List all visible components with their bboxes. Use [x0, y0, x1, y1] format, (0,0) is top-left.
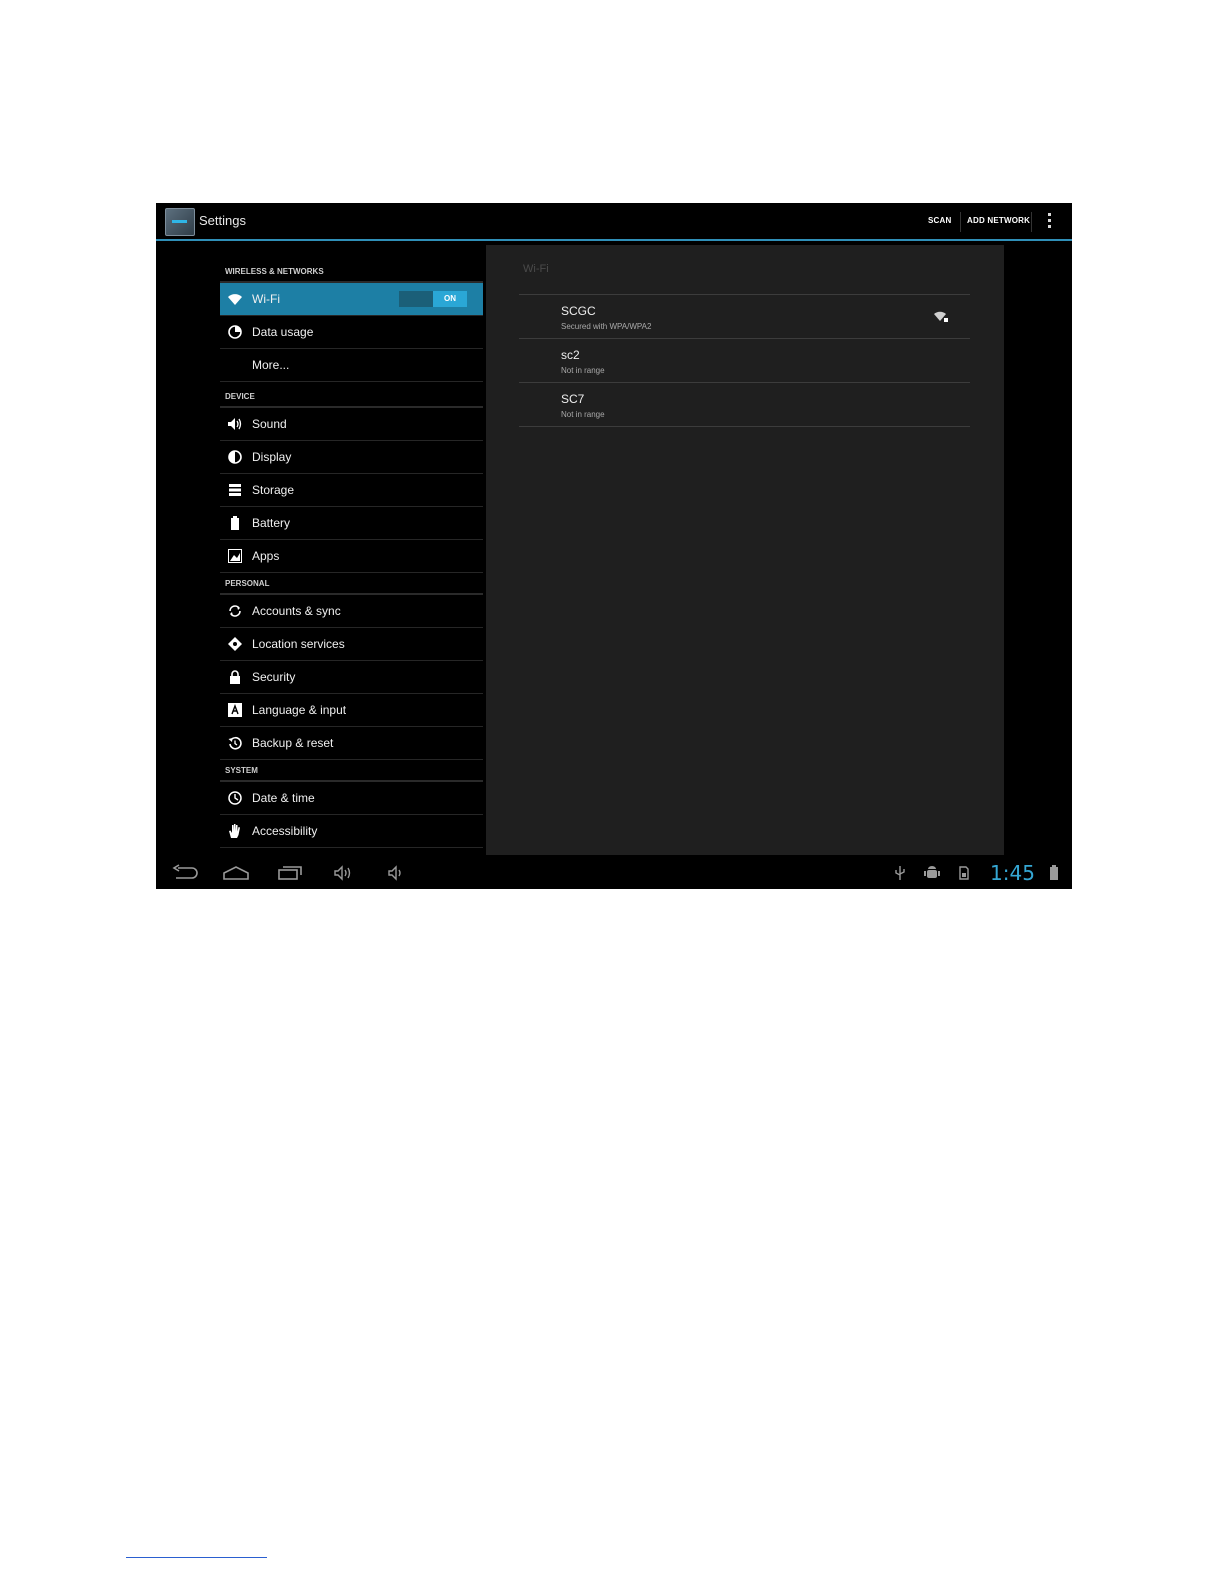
sidebar-item-accessibility[interactable]: Accessibility — [220, 815, 483, 848]
sidebar-item-datetime[interactable]: Date & time — [220, 782, 483, 815]
app-title: Settings — [199, 213, 246, 228]
section-header-label: SYSTEM — [225, 766, 258, 775]
action-divider — [1031, 212, 1032, 232]
wifi-signal-lock-icon — [933, 309, 949, 323]
lock-icon — [227, 670, 243, 684]
system-bar: 1:45 — [156, 855, 1072, 889]
sidebar-item-label: Apps — [252, 549, 280, 563]
sidebar-item-accounts[interactable]: Accounts & sync — [220, 595, 483, 628]
clock-icon — [227, 791, 243, 805]
status-clock[interactable]: 1:45 — [990, 861, 1035, 885]
network-item[interactable]: SC7 Not in range — [519, 383, 970, 427]
wifi-toggle[interactable]: ON — [399, 291, 469, 307]
action-bar: Settings SCAN ADD NETWORK — [156, 203, 1072, 241]
sd-card-icon — [956, 865, 972, 881]
sidebar-item-display[interactable]: Display — [220, 441, 483, 474]
sync-icon — [227, 604, 243, 618]
android-debug-icon — [924, 865, 940, 881]
network-list: SCGC Secured with WPA/WPA2 sc2 Not in ra… — [519, 294, 970, 427]
section-header-personal: PERSONAL — [220, 573, 483, 595]
sidebar-item-sound[interactable]: Sound — [220, 408, 483, 441]
data-usage-icon — [227, 325, 243, 339]
sidebar-item-label: Wi-Fi — [252, 292, 280, 306]
volume-up-icon[interactable] — [331, 863, 359, 883]
toggle-off-area — [399, 291, 433, 307]
apps-icon — [227, 549, 243, 563]
battery-icon — [227, 516, 243, 530]
sidebar-item-label: Backup & reset — [252, 736, 334, 750]
recent-apps-icon[interactable] — [277, 863, 305, 883]
section-header-label: DEVICE — [225, 392, 255, 401]
volume-down-icon[interactable] — [385, 863, 413, 883]
sidebar-item-label: Sound — [252, 417, 287, 431]
sidebar-item-label: Data usage — [252, 325, 314, 339]
battery-status-icon — [1049, 865, 1059, 881]
settings-list: WIRELESS & NETWORKS Wi-Fi ON Data usage … — [220, 243, 483, 855]
network-ssid: SC7 — [561, 392, 585, 406]
section-header-system: SYSTEM — [220, 760, 483, 782]
sidebar-item-label: Battery — [252, 516, 291, 530]
storage-icon — [227, 483, 243, 497]
hand-icon — [227, 824, 243, 838]
sidebar-item-language[interactable]: Language & input — [220, 694, 483, 727]
sidebar-item-label: More... — [252, 358, 290, 372]
sidebar-item-storage[interactable]: Storage — [220, 474, 483, 507]
section-header-device: DEVICE — [220, 382, 483, 408]
sidebar-item-battery[interactable]: Battery — [220, 507, 483, 540]
speaker-icon — [227, 417, 243, 431]
sidebar-item-more[interactable]: More... — [220, 349, 483, 382]
toggle-on-label: ON — [433, 291, 467, 307]
sidebar-item-label: Accessibility — [252, 824, 318, 838]
location-icon — [227, 637, 243, 651]
home-icon[interactable] — [222, 863, 250, 883]
network-ssid: sc2 — [561, 348, 580, 362]
section-header-label: PERSONAL — [225, 579, 270, 588]
network-item[interactable]: SCGC Secured with WPA/WPA2 — [519, 295, 970, 339]
sidebar-item-label: Date & time — [252, 791, 315, 805]
sidebar-item-location[interactable]: Location services — [220, 628, 483, 661]
network-status: Not in range — [561, 410, 605, 419]
overflow-menu-icon[interactable] — [1046, 213, 1052, 231]
sidebar-item-label: Language & input — [252, 703, 347, 717]
scan-button[interactable]: SCAN — [928, 216, 951, 225]
backup-restore-icon — [227, 736, 243, 750]
sidebar-item-label: Security — [252, 670, 296, 684]
network-status: Secured with WPA/WPA2 — [561, 322, 652, 331]
sidebar-item-label: Storage — [252, 483, 295, 497]
network-ssid: SCGC — [561, 304, 596, 318]
back-icon[interactable] — [170, 863, 198, 883]
brightness-icon — [227, 450, 243, 464]
settings-app-icon[interactable] — [165, 208, 195, 236]
section-header-wireless: WIRELESS & NETWORKS — [220, 243, 483, 283]
sidebar-item-wifi[interactable]: Wi-Fi ON — [220, 283, 483, 316]
wifi-detail-panel: Wi-Fi SCGC Secured with WPA/WPA2 sc2 Not… — [486, 245, 1004, 855]
panel-title: Wi-Fi — [523, 263, 549, 275]
tablet-screen: Settings SCAN ADD NETWORK WIRELESS & NET… — [156, 203, 1072, 889]
sidebar-item-label: Location services — [252, 637, 345, 651]
network-item[interactable]: sc2 Not in range — [519, 339, 970, 383]
wifi-icon — [227, 292, 243, 306]
sidebar-item-apps[interactable]: Apps — [220, 540, 483, 573]
sidebar-item-data-usage[interactable]: Data usage — [220, 316, 483, 349]
sidebar-item-backup[interactable]: Backup & reset — [220, 727, 483, 760]
usb-icon — [892, 865, 908, 881]
section-header-label: WIRELESS & NETWORKS — [225, 267, 324, 276]
network-status: Not in range — [561, 366, 605, 375]
sidebar-item-label: Display — [252, 450, 292, 464]
add-network-button[interactable]: ADD NETWORK — [967, 216, 1030, 225]
sidebar-item-security[interactable]: Security — [220, 661, 483, 694]
sidebar-item-label: Accounts & sync — [252, 604, 341, 618]
footnote-rule — [126, 1557, 267, 1558]
keyboard-letter-icon — [227, 703, 243, 717]
action-divider — [960, 212, 961, 232]
